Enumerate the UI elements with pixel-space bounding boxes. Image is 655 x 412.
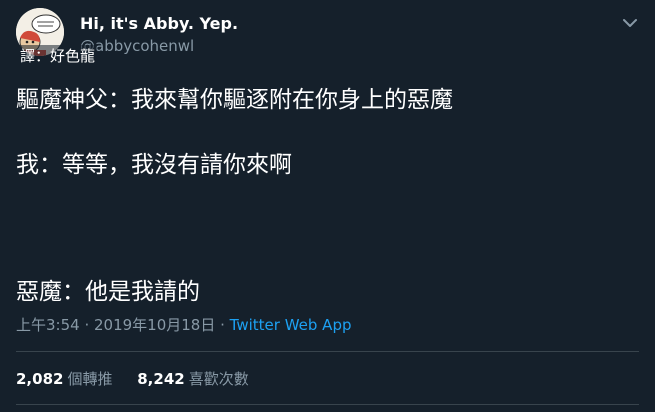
like-count: 8,242 [137,370,185,388]
tweet-stats: 2,082 個轉推 8,242 喜歡次數 [16,368,269,389]
like-count-stat[interactable]: 8,242 喜歡次數 [137,368,248,389]
divider [16,351,639,352]
chevron-down-icon[interactable] [619,12,641,34]
tweet-text-line: 惡魔：他是我請的 [16,279,200,305]
tweet-meta: 上午3:54 · 2019年10月18日 · Twitter Web App [16,314,352,335]
retweet-label: 個轉推 [67,370,113,388]
like-label: 喜歡次數 [188,370,249,388]
retweet-count: 2,082 [16,370,64,388]
meta-separator: · [215,316,230,334]
retweet-count-stat[interactable]: 2,082 個轉推 [16,368,112,389]
tweet-text-line: 我：等等，我沒有請你來啊 [16,152,292,178]
tweet-text-line: 驅魔神父：我來幫你驅逐附在你身上的惡魔 [16,87,453,113]
author-display-name[interactable]: Hi, it's Abby. Yep. [80,14,238,33]
tweet-date[interactable]: 2019年10月18日 [94,316,215,334]
author-handle[interactable]: @abbycohenwl [80,37,194,55]
meta-separator: · [79,316,94,334]
tweet-source-link[interactable]: Twitter Web App [230,316,352,334]
tweet-time[interactable]: 上午3:54 [16,316,80,334]
translator-note: 譯：好色龍 [18,45,98,66]
tweet-header: Hi, it's Abby. Yep. @abbycohenwl [0,0,655,60]
divider [16,404,639,405]
